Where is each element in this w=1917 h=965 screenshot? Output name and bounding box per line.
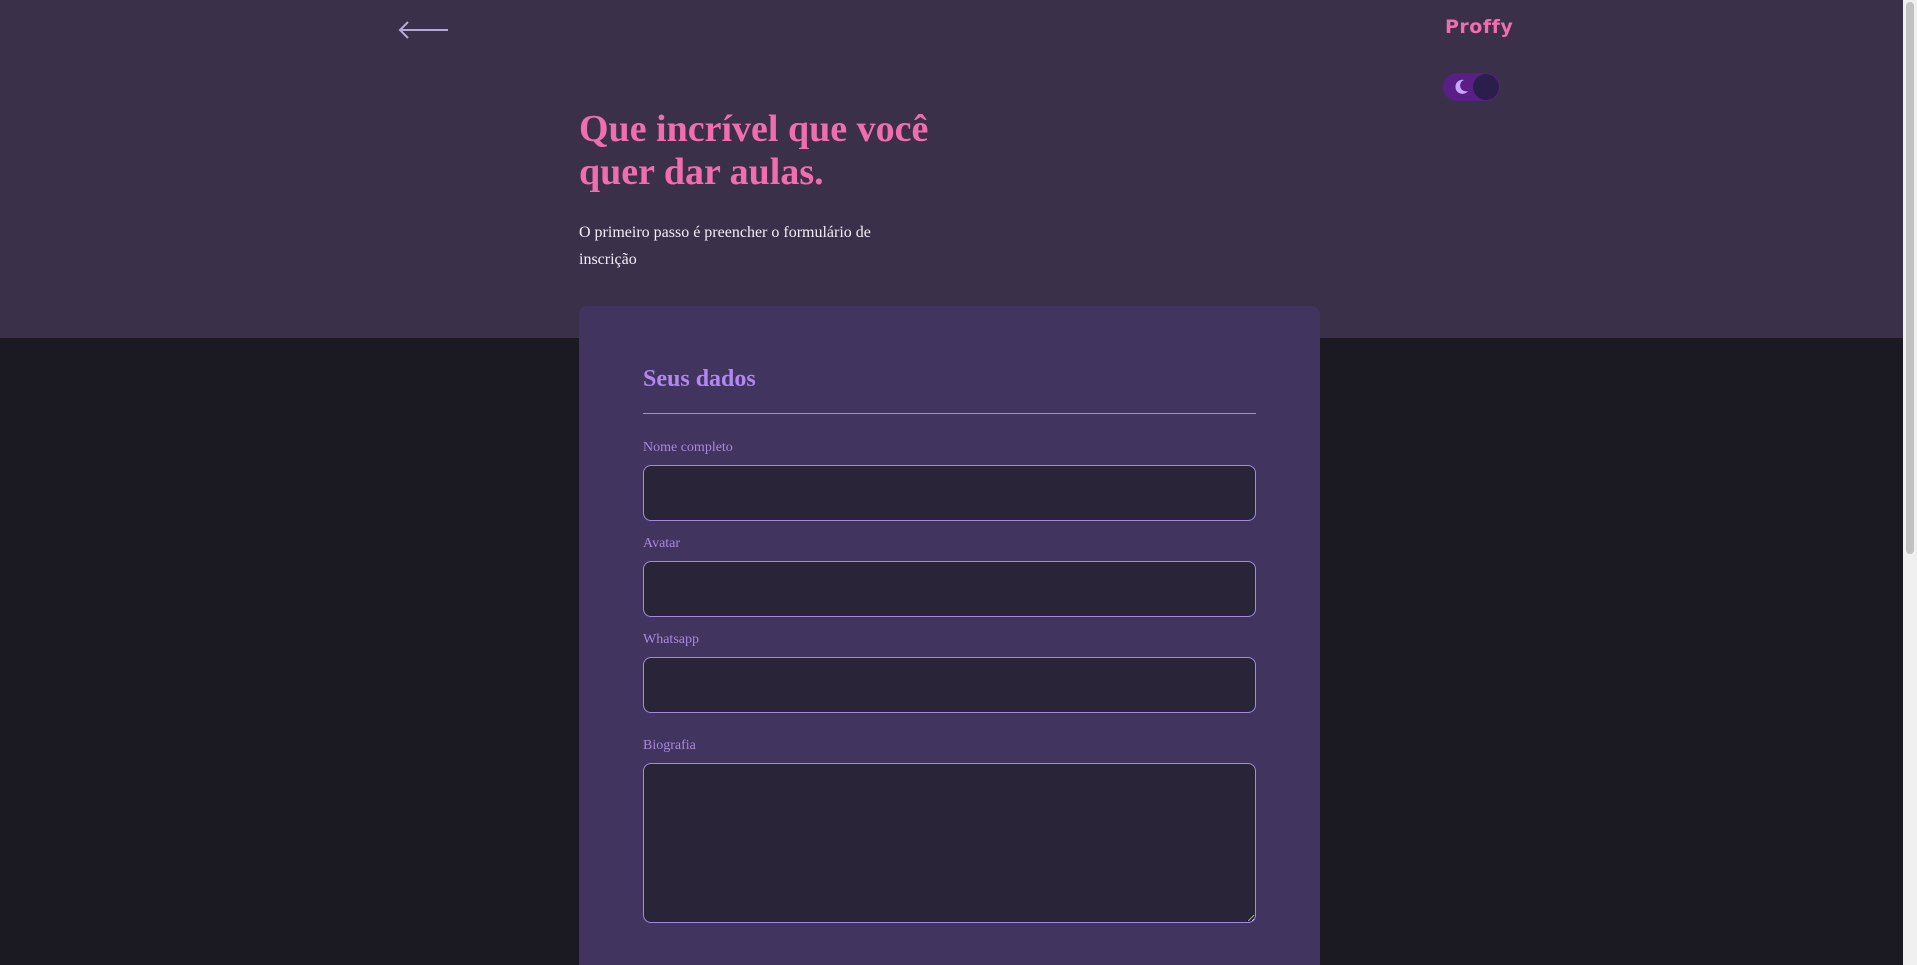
- page-subtitle-line: inscrição: [579, 251, 637, 268]
- moon-icon: [1455, 79, 1468, 94]
- back-button[interactable]: [398, 18, 450, 42]
- section-title: Seus dados: [643, 366, 756, 392]
- theme-toggle[interactable]: [1443, 73, 1500, 101]
- biography-textarea[interactable]: [643, 763, 1256, 923]
- avatar-input[interactable]: [643, 561, 1256, 617]
- arrow-left-icon: [398, 21, 448, 39]
- page-subtitle-line: O primeiro passo é preencher o formulári…: [579, 224, 871, 241]
- whatsapp-label: Whatsapp: [643, 632, 699, 647]
- whatsapp-input[interactable]: [643, 657, 1256, 713]
- page-title-line: Que incrível que você: [579, 108, 929, 150]
- page-title-line: quer dar aulas.: [579, 151, 824, 193]
- section-divider: [643, 413, 1256, 414]
- full-name-input[interactable]: [643, 465, 1256, 521]
- page-subtitle: O primeiro passo é preencher o formulári…: [579, 219, 899, 273]
- scrollbar-thumb[interactable]: [1906, 2, 1914, 554]
- proffy-logo[interactable]: Proffy: [1445, 16, 1513, 38]
- theme-toggle-knob: [1473, 74, 1499, 100]
- page-title: Que incrível que você quer dar aulas.: [579, 108, 999, 194]
- avatar-label: Avatar: [643, 536, 681, 551]
- biography-label: Biografia: [643, 738, 696, 753]
- registration-form: Seus dados Nome completo Avatar Whatsapp…: [579, 306, 1320, 965]
- page: Proffy Que incrível que você quer dar au…: [0, 0, 1917, 965]
- full-name-label: Nome completo: [643, 440, 733, 455]
- page-scrollbar[interactable]: [1903, 0, 1917, 965]
